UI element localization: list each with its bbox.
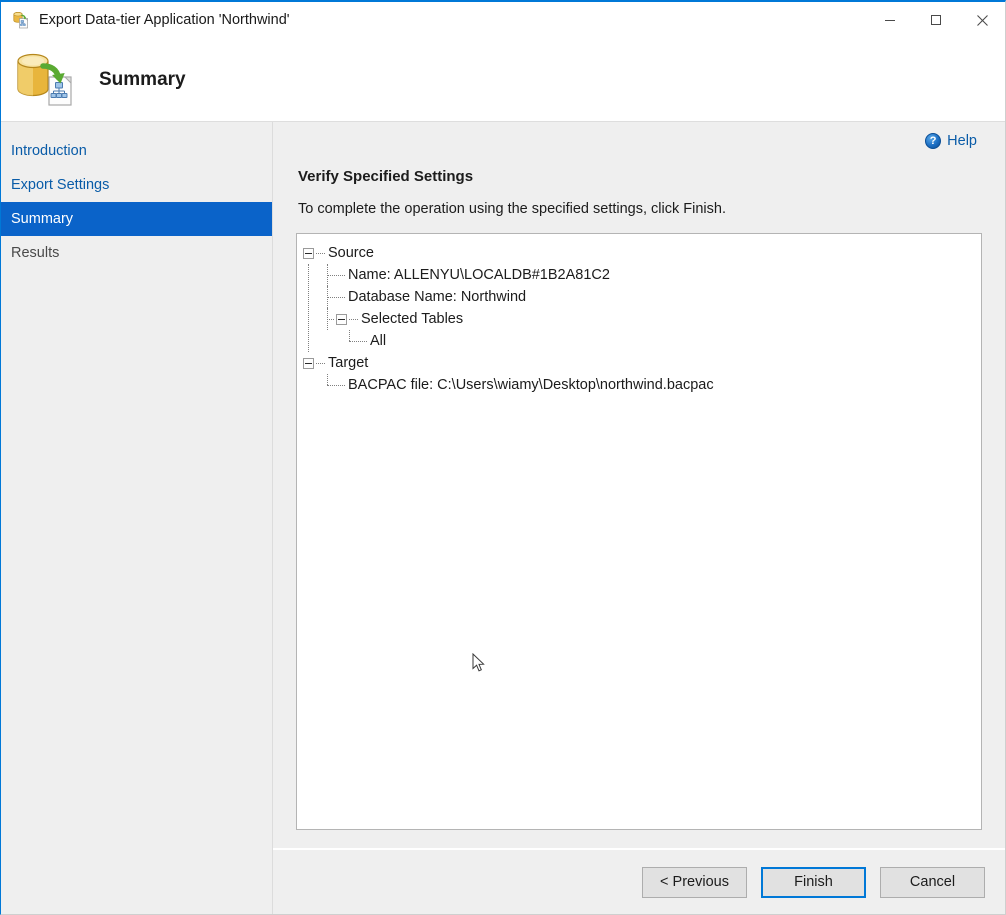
collapse-toggle-source[interactable] (303, 247, 314, 259)
maximize-button[interactable] (913, 2, 959, 38)
help-circle-icon: ? (925, 133, 942, 149)
window-body: Introduction Export Settings Summary Res… (1, 122, 1005, 914)
tree-node-label: Selected Tables (361, 310, 464, 327)
section-title: Verify Specified Settings (298, 168, 474, 185)
window-controls (867, 2, 1005, 38)
tree-connector (347, 330, 367, 352)
window-title: Export Data-tier Application 'Northwind' (39, 12, 290, 28)
tree-node-database-name[interactable]: Database Name: Northwind (303, 286, 975, 308)
close-button[interactable] (959, 2, 1005, 38)
tree-node-all[interactable]: All (303, 330, 975, 352)
tree-connector (325, 308, 334, 330)
minimize-button[interactable] (867, 2, 913, 38)
tree-connector (316, 362, 325, 364)
tree-node-label: All (370, 332, 387, 349)
tree-connector (325, 264, 345, 286)
tree-node-label: Target (328, 354, 369, 371)
sidebar-item-label: Results (11, 245, 60, 261)
collapse-toggle-target[interactable] (303, 357, 314, 369)
sidebar-item-label: Summary (11, 211, 74, 227)
help-link[interactable]: ? Help (925, 133, 977, 149)
sidebar-item-export-settings[interactable]: Export Settings (1, 168, 272, 202)
sidebar-item-introduction[interactable]: Introduction (1, 134, 272, 168)
tree-connector (325, 374, 345, 396)
help-label: Help (947, 133, 977, 149)
tree-connector (325, 286, 345, 308)
sidebar-item-results: Results (1, 236, 272, 270)
tree-node-selected-tables[interactable]: Selected Tables (303, 308, 975, 330)
page-header: Summary (1, 38, 1005, 122)
page-title: Summary (99, 68, 186, 90)
sidebar-item-summary[interactable]: Summary (1, 202, 272, 236)
sidebar-item-label: Export Settings (11, 177, 110, 193)
tree-node-bacpac-file[interactable]: BACPAC file: C:\Users\wiamy\Desktop\nort… (303, 374, 975, 396)
sidebar-item-label: Introduction (11, 143, 87, 159)
title-bar: Export Data-tier Application 'Northwind' (1, 2, 1005, 38)
database-export-icon (13, 49, 75, 111)
help-row: ? Help (291, 122, 987, 154)
cancel-button[interactable]: Cancel (880, 866, 985, 898)
tree-node-source[interactable]: Source (303, 242, 975, 264)
tree-node-target[interactable]: Target (303, 352, 975, 374)
settings-summary-tree[interactable]: Source Name: ALLENYU\LOCALDB#1B2A81C2 Da… (296, 233, 982, 830)
tree-node-source-name[interactable]: Name: ALLENYU\LOCALDB#1B2A81C2 (303, 264, 975, 286)
content-inner: ? Help Verify Specified Settings To comp… (273, 122, 1005, 848)
collapse-toggle-selected-tables[interactable] (336, 313, 347, 325)
tree-connector (349, 318, 358, 320)
instruction-text: To complete the operation using the spec… (298, 201, 726, 217)
tree-connector (316, 252, 325, 254)
wizard-steps-sidebar: Introduction Export Settings Summary Res… (1, 122, 273, 914)
tree-node-label: Name: ALLENYU\LOCALDB#1B2A81C2 (348, 266, 610, 283)
content-pane: ? Help Verify Specified Settings To comp… (273, 122, 1005, 914)
finish-button[interactable]: Finish (761, 866, 866, 898)
previous-button[interactable]: < Previous (642, 866, 747, 898)
export-dac-icon (12, 11, 30, 29)
tree-node-label: BACPAC file: C:\Users\wiamy\Desktop\nort… (348, 376, 714, 393)
dialog-button-bar: < Previous Finish Cancel (273, 848, 1005, 914)
tree-node-label: Source (328, 244, 374, 261)
tree-node-label: Database Name: Northwind (348, 288, 527, 305)
export-data-tier-application-window: Export Data-tier Application 'Northwind' (0, 0, 1006, 915)
